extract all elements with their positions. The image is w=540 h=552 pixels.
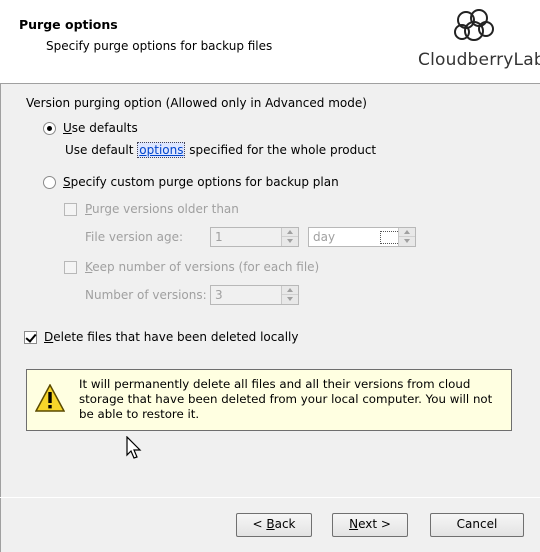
next-button[interactable]: Next > bbox=[332, 513, 408, 537]
keep-versions-label-text: eep number of versions (for each file) bbox=[92, 260, 320, 274]
file-version-age-stepper[interactable]: 1 bbox=[210, 227, 299, 247]
defaults-description: Use default options specified for the wh… bbox=[65, 142, 377, 158]
version-purging-group-label: Version purging option (Allowed only in … bbox=[26, 96, 367, 110]
next-label: ext > bbox=[358, 517, 391, 531]
delete-local-label[interactable]: Delete files that have been deleted loca… bbox=[44, 330, 298, 344]
back-button[interactable]: < Back bbox=[236, 513, 312, 537]
next-mnemonic: N bbox=[349, 517, 359, 531]
page-subtitle: Specify purge options for backup files bbox=[46, 39, 273, 53]
focus-indicator bbox=[380, 231, 400, 244]
defaults-desc-after: specified for the whole product bbox=[185, 143, 377, 157]
keep-versions-label[interactable]: Keep number of versions (for each file) bbox=[85, 260, 319, 274]
mouse-cursor-icon bbox=[126, 436, 142, 459]
number-of-versions-label: Number of versions: bbox=[85, 288, 207, 302]
logo-text: CloudberryLab bbox=[418, 50, 540, 70]
age-down-button[interactable] bbox=[282, 237, 298, 246]
age-unit-value: day bbox=[313, 230, 336, 244]
delete-local-checkbox[interactable] bbox=[24, 331, 37, 344]
age-unit-select[interactable]: day bbox=[308, 227, 416, 247]
versions-down-button[interactable] bbox=[282, 295, 298, 304]
custom-purge-label[interactable]: Specify custom purge options for backup … bbox=[63, 175, 339, 189]
warning-text: It will permanently delete all files and… bbox=[79, 377, 493, 421]
custom-purge-mnemonic: S bbox=[63, 175, 71, 189]
number-of-versions-stepper[interactable]: 3 bbox=[210, 285, 299, 305]
file-version-age-value: 1 bbox=[215, 230, 223, 244]
page-title: Purge options bbox=[19, 17, 118, 32]
cancel-button[interactable]: Cancel bbox=[430, 513, 524, 537]
defaults-desc-before: Use default bbox=[65, 143, 138, 157]
age-up-button[interactable] bbox=[282, 228, 298, 237]
unit-up-button[interactable] bbox=[399, 228, 415, 237]
footer-divider bbox=[0, 497, 540, 498]
custom-purge-label-text: pecify custom purge options for backup p… bbox=[70, 175, 339, 189]
delete-local-mnemonic: D bbox=[44, 330, 54, 344]
use-defaults-radio[interactable] bbox=[43, 122, 56, 135]
use-defaults-label-text: se defaults bbox=[71, 121, 138, 135]
back-mnemonic: B bbox=[266, 517, 275, 531]
use-defaults-mnemonic: U bbox=[63, 121, 72, 135]
keep-versions-checkbox[interactable] bbox=[64, 261, 77, 274]
file-version-age-label: File version age: bbox=[85, 230, 184, 244]
cloudberry-logo-icon bbox=[454, 9, 494, 41]
warning-box: It will permanently delete all files and… bbox=[26, 369, 512, 431]
custom-purge-radio[interactable] bbox=[43, 176, 56, 189]
purge-older-checkbox[interactable] bbox=[64, 203, 77, 216]
number-of-versions-value: 3 bbox=[215, 288, 223, 302]
versions-up-button[interactable] bbox=[282, 286, 298, 295]
back-label: ack bbox=[274, 517, 296, 531]
delete-local-label-text: elete files that have been deleted local… bbox=[53, 330, 299, 344]
purge-older-label[interactable]: Purge versions older than bbox=[85, 202, 239, 216]
warning-icon bbox=[35, 384, 65, 412]
options-link[interactable]: options bbox=[137, 142, 186, 158]
use-defaults-label[interactable]: Use defaults bbox=[63, 121, 138, 135]
unit-down-button[interactable] bbox=[399, 237, 415, 246]
purge-older-label-text: urge versions older than bbox=[92, 202, 239, 216]
purge-older-mnemonic: P bbox=[85, 202, 93, 216]
back-prefix: < bbox=[252, 517, 267, 531]
